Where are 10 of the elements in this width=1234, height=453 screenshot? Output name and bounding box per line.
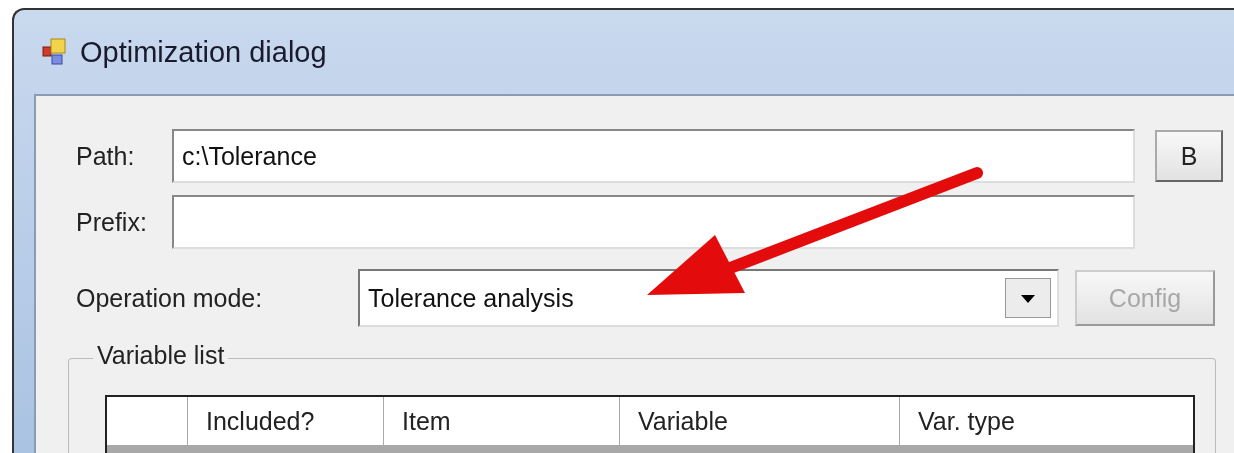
- prefix-label: Prefix:: [75, 207, 148, 237]
- prefix-field[interactable]: [172, 195, 1135, 249]
- path-label: Path:: [75, 141, 136, 171]
- operation-mode-dropdown[interactable]: Tolerance analysis: [358, 269, 1059, 327]
- browse-button[interactable]: B: [1155, 130, 1223, 182]
- column-header[interactable]: Var. type: [900, 397, 1192, 445]
- path-field[interactable]: c:\Tolerance: [172, 129, 1135, 183]
- app-icon: [42, 37, 68, 67]
- operation-mode-label: Operation mode:: [75, 283, 264, 313]
- window-title: Optimization dialog: [80, 35, 327, 69]
